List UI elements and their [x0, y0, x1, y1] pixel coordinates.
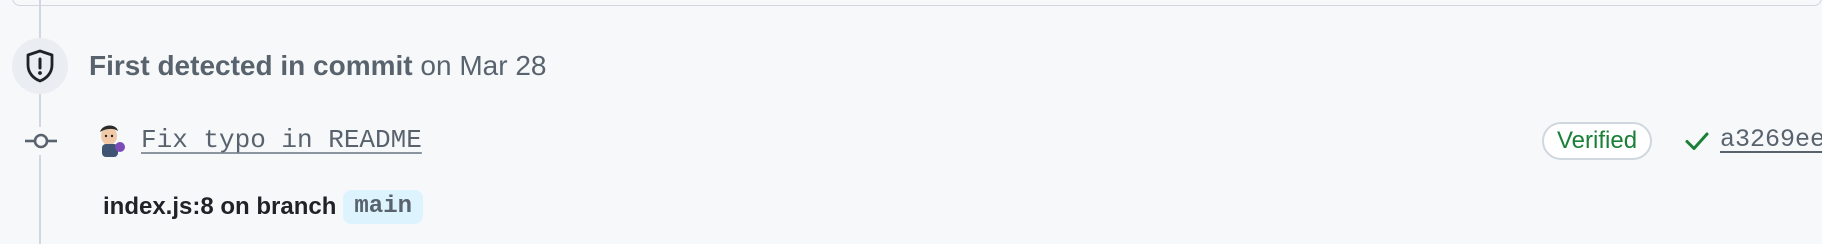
previous-panel-edge — [12, 0, 1822, 6]
secret-location: index.js:8 on branch main — [103, 190, 423, 224]
branch-tag[interactable]: main — [343, 190, 423, 224]
shield-exclamation-icon — [26, 49, 54, 83]
commit-sha-link[interactable]: a3269ee — [1720, 123, 1822, 157]
check-icon — [1685, 132, 1709, 150]
user-avatar[interactable] — [92, 122, 130, 160]
file-location-text: index.js:8 on branch — [103, 193, 337, 220]
first-detected-date: on Mar 28 — [420, 50, 547, 81]
first-detected-heading: First detected in commit on Mar 28 — [89, 49, 546, 83]
secret-alert-timeline: First detected in commit on Mar 28 Fix t… — [0, 0, 1822, 244]
first-detected-label: First detected in commit — [89, 50, 413, 81]
timeline-event-badge — [12, 38, 68, 94]
git-commit-icon — [22, 127, 60, 155]
timeline-line — [39, 0, 41, 244]
commit-message-link[interactable]: Fix typo in README — [141, 124, 422, 156]
verified-badge[interactable]: Verified — [1542, 122, 1653, 160]
